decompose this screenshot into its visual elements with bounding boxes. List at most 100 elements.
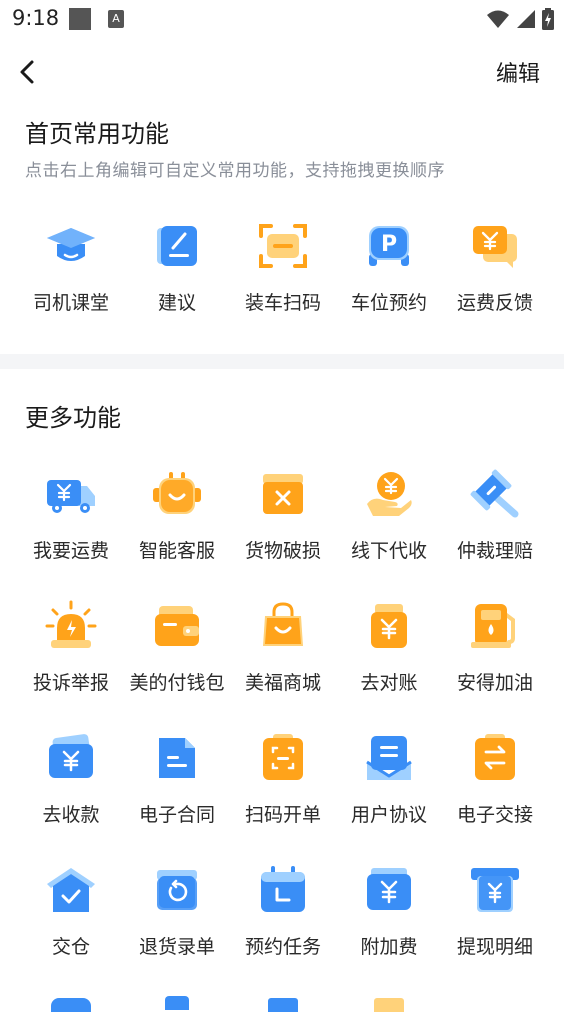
robot-icon	[145, 462, 209, 526]
func-label: 司机课堂	[32, 292, 109, 314]
func-freight-feedback[interactable]: 运费反馈	[442, 214, 548, 315]
func-smart-service[interactable]: 智能客服	[124, 462, 230, 563]
func-withdrawal-details[interactable]: 提现明细	[442, 858, 548, 959]
pencil-note-icon	[145, 214, 209, 278]
func-partial-3[interactable]	[230, 992, 336, 1012]
func-complaint-report[interactable]: 投诉举报	[18, 594, 124, 695]
agreement-icon	[357, 726, 421, 790]
section-divider	[0, 354, 564, 369]
hand-coin-icon	[357, 462, 421, 526]
func-surcharge[interactable]: 附加费	[336, 858, 442, 959]
nav-bar: 编辑	[0, 46, 564, 100]
func-partial-2[interactable]	[124, 992, 230, 1012]
more-function-row-3: 去收款 电子合同 扫码开单 用户协议 电子交接	[18, 726, 548, 827]
scan-order-icon	[251, 726, 315, 790]
func-e-handover[interactable]: 电子交接	[442, 726, 548, 827]
keyboard-a-icon: A	[108, 10, 124, 28]
more-function-row-4: 交仓 退货录单 预约任务 附加费 提现明细	[18, 858, 548, 959]
func-label: 提现明细	[456, 936, 533, 958]
func-booking-task[interactable]: 预约任务	[230, 858, 336, 959]
graduation-cap-icon	[39, 214, 103, 278]
func-label: 投诉举报	[32, 672, 109, 694]
func-label: 仲裁理赔	[456, 540, 533, 562]
more-function-row-1: 我要运费 智能客服 货物破损 线下代收 仲裁理赔	[18, 462, 548, 563]
warehouse-check-icon	[39, 858, 103, 922]
status-time: 9:18	[12, 6, 60, 30]
func-label: 车位预约	[350, 292, 427, 314]
return-icon	[145, 858, 209, 922]
func-label: 线下代收	[350, 540, 427, 562]
func-reconciliation[interactable]: 去对账	[336, 594, 442, 695]
damaged-box-icon	[251, 462, 315, 526]
yuan-bill-icon	[357, 858, 421, 922]
func-label: 智能客服	[138, 540, 215, 562]
func-warehouse-delivery[interactable]: 交仓	[18, 858, 124, 959]
exchange-icon	[463, 726, 527, 790]
func-partial-4[interactable]	[336, 992, 442, 1012]
func-label: 附加费	[360, 936, 418, 958]
func-partial-1[interactable]	[18, 992, 124, 1012]
func-label: 建议	[157, 292, 196, 314]
notification-square-icon	[69, 8, 91, 30]
more-section-title: 更多功能	[25, 404, 121, 432]
func-request-freight[interactable]: 我要运费	[18, 462, 124, 563]
home-function-row: 司机课堂 建议 装车扫码 P 车位预约 运费反馈	[18, 214, 548, 315]
alarm-light-icon	[39, 594, 103, 658]
more-function-row-5-partial	[18, 992, 548, 1012]
gavel-icon	[463, 462, 527, 526]
chevron-left-icon	[20, 60, 34, 84]
yuan-chat-icon	[463, 214, 527, 278]
func-loading-scan[interactable]: 装车扫码	[230, 214, 336, 315]
home-section-title: 首页常用功能	[25, 120, 169, 148]
status-bar: 9:18 A	[0, 0, 564, 38]
func-meifu-mall[interactable]: 美福商城	[230, 594, 336, 695]
func-ande-fuel[interactable]: 安得加油	[442, 594, 548, 695]
func-label: 电子合同	[138, 804, 215, 826]
func-label: 交仓	[51, 936, 90, 958]
func-partial-5[interactable]	[442, 992, 548, 1012]
func-collect-payment[interactable]: 去收款	[18, 726, 124, 827]
svg-text:P: P	[381, 232, 397, 257]
wifi-icon	[487, 10, 509, 28]
func-cargo-damage[interactable]: 货物破损	[230, 462, 336, 563]
edit-button[interactable]: 编辑	[496, 56, 540, 88]
calendar-icon	[251, 858, 315, 922]
home-section-subtitle: 点击右上角编辑可自定义常用功能，支持拖拽更换顺序	[25, 161, 445, 181]
func-label: 去收款	[42, 804, 100, 826]
func-label: 我要运费	[32, 540, 109, 562]
battery-icon	[542, 8, 554, 30]
back-button[interactable]	[10, 52, 50, 92]
func-label: 预约任务	[244, 936, 321, 958]
func-label: 装车扫码	[244, 292, 321, 314]
more-function-row-2: 投诉举报 美的付钱包 美福商城 去对账 安得加油	[18, 594, 548, 695]
document-icon	[145, 726, 209, 790]
func-label: 货物破损	[244, 540, 321, 562]
status-indicators	[486, 6, 554, 32]
withdraw-icon	[463, 858, 527, 922]
func-parking-booking[interactable]: P 车位预约	[336, 214, 442, 315]
func-user-agreement[interactable]: 用户协议	[336, 726, 442, 827]
func-label: 美的付钱包	[129, 672, 225, 694]
func-label: 扫码开单	[244, 804, 321, 826]
func-label: 用户协议	[350, 804, 427, 826]
func-midea-wallet[interactable]: 美的付钱包	[124, 594, 230, 695]
scan-icon	[251, 214, 315, 278]
func-label: 运费反馈	[456, 292, 533, 314]
func-suggestion[interactable]: 建议	[124, 214, 230, 315]
func-label: 电子交接	[456, 804, 533, 826]
func-label: 退货录单	[138, 936, 215, 958]
func-scan-order[interactable]: 扫码开单	[230, 726, 336, 827]
func-e-contract[interactable]: 电子合同	[124, 726, 230, 827]
yuan-jar-icon	[357, 594, 421, 658]
yuan-card-icon	[39, 726, 103, 790]
func-driver-classroom[interactable]: 司机课堂	[18, 214, 124, 315]
func-label: 安得加油	[456, 672, 533, 694]
fuel-pump-icon	[463, 594, 527, 658]
func-arbitration-claim[interactable]: 仲裁理赔	[442, 462, 548, 563]
wallet-icon	[145, 594, 209, 658]
func-return-entry[interactable]: 退货录单	[124, 858, 230, 959]
shopping-bag-icon	[251, 594, 315, 658]
signal-icon	[517, 10, 535, 28]
func-offline-collection[interactable]: 线下代收	[336, 462, 442, 563]
func-label: 美福商城	[244, 672, 321, 694]
